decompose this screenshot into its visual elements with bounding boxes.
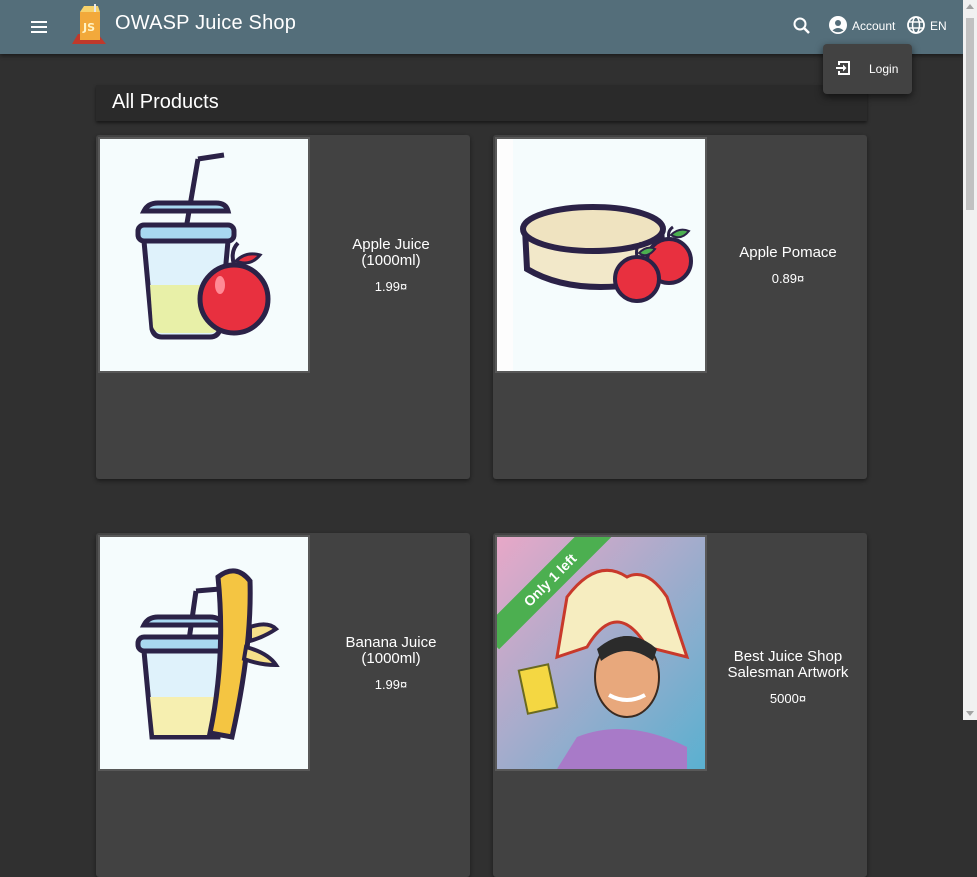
product-info: Banana Juice (1000ml) 1.99¤ <box>312 634 470 693</box>
top-toolbar: JS OWASP Juice Shop Account EN <box>0 0 963 54</box>
apple-juice-image <box>98 137 310 373</box>
language-label: EN <box>930 19 947 33</box>
stock-ribbon: Only 1 left <box>497 537 617 657</box>
scroll-up-arrow-icon[interactable] <box>966 4 974 9</box>
product-price: 5000¤ <box>769 691 807 706</box>
salesman-artwork-image: Only 1 left <box>495 535 707 771</box>
product-name: Best Juice Shop Salesman Artwork <box>727 648 849 681</box>
apple-pomace-image <box>495 137 707 373</box>
product-card-apple-pomace[interactable]: Apple Pomace 0.89¤ <box>493 135 867 479</box>
product-name: Apple Juice (1000ml) <box>352 236 430 269</box>
banana-juice-image <box>98 535 310 771</box>
account-circle-icon <box>828 15 848 38</box>
scroll-down-arrow-icon[interactable] <box>966 711 974 716</box>
product-name: Banana Juice (1000ml) <box>345 634 437 667</box>
app-title[interactable]: OWASP Juice Shop <box>115 12 296 35</box>
login-menu-item[interactable]: Login <box>823 44 912 94</box>
product-name: Apple Pomace <box>739 244 837 261</box>
language-button[interactable]: EN <box>906 13 947 39</box>
product-info: Apple Pomace 0.89¤ <box>709 244 867 287</box>
svg-text:JS: JS <box>82 21 95 34</box>
product-info: Apple Juice (1000ml) 1.99¤ <box>312 236 470 295</box>
scroll-thumb[interactable] <box>966 18 974 210</box>
account-button[interactable]: Account <box>828 13 895 39</box>
login-label: Login <box>869 62 899 76</box>
product-info: Best Juice Shop Salesman Artwork 5000¤ <box>709 648 867 707</box>
juice-shop-logo[interactable]: JS <box>68 4 110 48</box>
account-menu: Login <box>823 44 912 94</box>
account-label: Account <box>852 19 896 33</box>
search-icon[interactable] <box>790 14 814 38</box>
stock-ribbon-label: Only 1 left <box>497 537 617 650</box>
login-icon <box>835 59 853 80</box>
product-price: 0.89¤ <box>771 271 805 286</box>
products-heading-card: All Products <box>96 85 867 121</box>
page-scrollbar[interactable] <box>963 0 977 720</box>
product-card-banana-juice[interactable]: Banana Juice (1000ml) 1.99¤ <box>96 533 470 877</box>
product-price: 1.99¤ <box>374 677 408 692</box>
globe-icon <box>906 15 926 38</box>
product-card-apple-juice[interactable]: Apple Juice (1000ml) 1.99¤ <box>96 135 470 479</box>
page-title: All Products <box>112 91 219 113</box>
product-card-salesman-artwork[interactable]: Only 1 left Best Juice Shop Salesman Art… <box>493 533 867 877</box>
product-price: 1.99¤ <box>374 279 408 294</box>
menu-icon[interactable] <box>26 14 52 40</box>
